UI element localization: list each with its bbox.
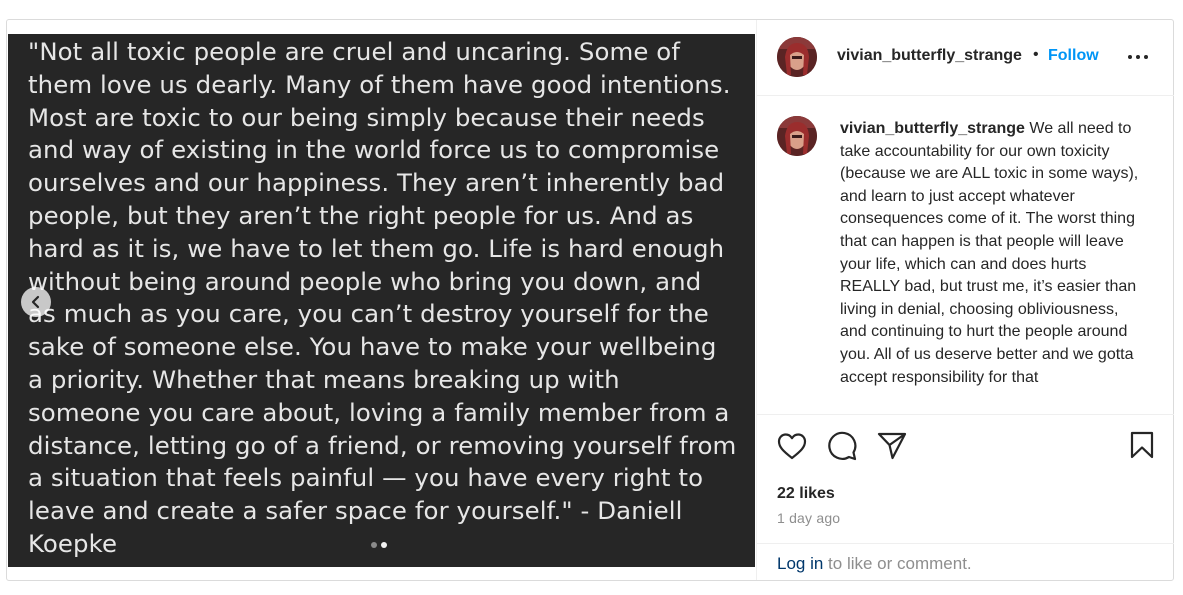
- avatar-image: [777, 116, 817, 156]
- comment-icon: [828, 431, 857, 461]
- like-button[interactable]: [777, 432, 807, 465]
- login-link[interactable]: Log in: [777, 554, 823, 573]
- carousel-dot-active: [381, 542, 387, 548]
- follow-button[interactable]: Follow: [1048, 47, 1099, 65]
- quote-text: "Not all toxic people are cruel and unca…: [28, 37, 737, 558]
- share-icon: [877, 432, 907, 460]
- avatar[interactable]: [777, 37, 817, 77]
- post-header: vivian_butterfly_strange • Follow: [757, 20, 1174, 96]
- more-options-button[interactable]: [1127, 48, 1149, 71]
- post-media[interactable]: "Not all toxic people are cruel and unca…: [8, 34, 755, 567]
- carousel-prev-button[interactable]: [21, 287, 51, 317]
- action-bar: [757, 415, 1174, 475]
- post-time[interactable]: 1 day ago: [777, 510, 840, 526]
- caption: vivian_butterfly_strange We all need to …: [840, 118, 1140, 389]
- carousel-indicator: [371, 542, 387, 548]
- header-separator: •: [1033, 46, 1039, 63]
- heart-icon: [777, 433, 807, 460]
- chevron-left-icon: [31, 295, 40, 309]
- save-button[interactable]: [1130, 431, 1154, 464]
- avatar-image: [777, 37, 817, 77]
- bookmark-icon: [1130, 431, 1154, 459]
- comments-section[interactable]: vivian_butterfly_strange We all need to …: [757, 96, 1174, 415]
- caption-text: We all need to take accountability for o…: [840, 120, 1139, 386]
- post-sidebar: vivian_butterfly_strange • Follow vivian…: [756, 20, 1174, 580]
- header-username[interactable]: vivian_butterfly_strange: [837, 47, 1022, 65]
- login-prompt-text: Log in to like or comment.: [777, 554, 972, 574]
- likes-count[interactable]: 22 likes: [777, 485, 835, 503]
- carousel-dot: [371, 542, 377, 548]
- caption-avatar[interactable]: [777, 116, 817, 156]
- comment-button[interactable]: [827, 431, 857, 466]
- caption-username[interactable]: vivian_butterfly_strange: [840, 120, 1025, 137]
- more-horizontal-icon: [1128, 55, 1148, 59]
- share-button[interactable]: [877, 431, 907, 466]
- login-prompt-rest: to like or comment.: [823, 554, 972, 573]
- login-prompt: Log in to like or comment.: [757, 543, 1174, 581]
